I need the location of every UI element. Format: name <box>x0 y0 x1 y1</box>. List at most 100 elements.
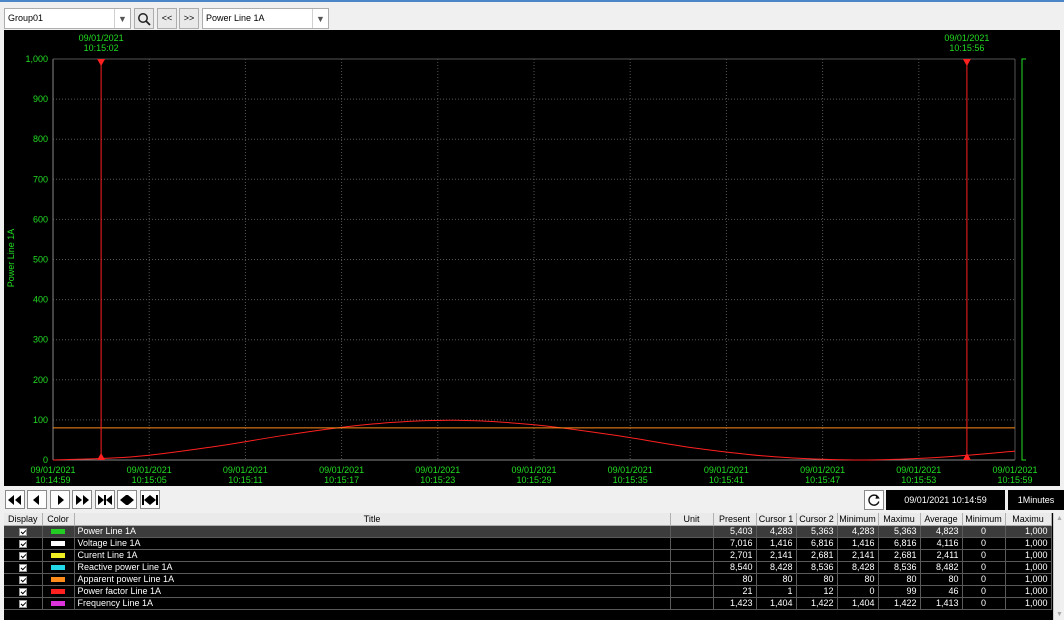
narrow-range-icon <box>98 494 112 505</box>
display-checkbox[interactable] <box>18 539 27 548</box>
scale-maximum-cell: 1,000 <box>1005 573 1052 586</box>
trend-chart[interactable]: 0 100 200 300 400 500 600 700 800 900 1,000 09/01/… <box>4 30 1060 486</box>
y-axis-ticks: 0 100 200 300 400 500 600 700 800 900 1,000 <box>25 54 48 465</box>
present-cell: 8,540 <box>713 561 757 574</box>
x-tick-date: 09/01/2021 <box>223 465 268 475</box>
y-tick-label: 200 <box>33 375 48 385</box>
table-scrollbar[interactable]: ▲ ▼ <box>1053 513 1064 620</box>
y-tick-label: 700 <box>33 174 48 184</box>
display-cell[interactable] <box>4 549 43 562</box>
previous-button[interactable]: << <box>157 8 177 29</box>
display-checkbox[interactable] <box>18 575 27 584</box>
scale-maximum-cell: 1,000 <box>1005 561 1052 574</box>
x-tick-date: 09/01/2021 <box>127 465 172 475</box>
scale-minimum-cell: 0 <box>962 597 1006 610</box>
cursor1-cell: 1,416 <box>756 537 797 550</box>
color-swatch <box>51 541 65 547</box>
chevron-down-icon[interactable]: ▼ <box>114 9 130 28</box>
color-cell[interactable] <box>42 597 75 610</box>
column-header-color[interactable]: Color <box>42 513 75 526</box>
display-cell[interactable] <box>4 585 43 598</box>
column-header-cursor2[interactable]: Cursor 2 <box>796 513 838 526</box>
unit-cell <box>670 561 714 574</box>
table-row[interactable]: Reactive power Line 1A 8,540 8,428 8,536 8,4… <box>4 561 1052 574</box>
minimum-cell: 2,141 <box>837 549 879 562</box>
scale-minimum-cell: 0 <box>962 573 1006 586</box>
chevron-down-icon[interactable]: ▼ <box>312 9 328 28</box>
color-cell[interactable] <box>42 573 75 586</box>
column-header-unit[interactable]: Unit <box>670 513 714 526</box>
next-button[interactable]: >> <box>179 8 199 29</box>
display-checkbox[interactable] <box>18 599 27 608</box>
display-checkbox[interactable] <box>18 587 27 596</box>
column-header-display[interactable]: Display <box>4 513 43 526</box>
refresh-button[interactable] <box>864 490 884 510</box>
column-header-maximum[interactable]: Maximu <box>878 513 921 526</box>
column-header-minimum[interactable]: Minimum <box>837 513 879 526</box>
signal-select[interactable]: Power Line 1A ▼ <box>202 8 329 29</box>
maximum-cell: 6,816 <box>878 537 921 550</box>
step-forward-button[interactable] <box>50 490 70 509</box>
column-header-average[interactable]: Average <box>920 513 963 526</box>
table-row[interactable]: Frequency Line 1A 1,423 1,404 1,422 1,404 1,4… <box>4 597 1052 610</box>
narrow-range-button[interactable] <box>95 490 115 509</box>
title-cell: Voltage Line 1A <box>74 537 671 550</box>
display-checkbox[interactable] <box>18 551 27 560</box>
display-checkbox[interactable] <box>18 563 27 572</box>
column-header-scale-minimum[interactable]: Minimum <box>962 513 1006 526</box>
scroll-up-icon[interactable]: ▲ <box>1056 515 1063 522</box>
column-header-cursor1[interactable]: Cursor 1 <box>756 513 797 526</box>
group-select[interactable]: Group01 ▼ <box>4 8 131 29</box>
display-cell[interactable] <box>4 525 43 538</box>
x-tick-time: 10:15:59 <box>997 475 1032 485</box>
interval-display[interactable]: 1Minutes <box>1008 490 1064 510</box>
column-header-scale-maximum[interactable]: Maximu <box>1005 513 1052 526</box>
table-row[interactable]: Voltage Line 1A 7,016 1,416 6,816 1,416 6,816… <box>4 537 1052 550</box>
x-tick-time: 10:15:47 <box>805 475 840 485</box>
table-row[interactable]: Curent Line 1A 2,701 2,141 2,681 2,141 2,681 2… <box>4 549 1052 562</box>
minimum-cell: 80 <box>837 573 879 586</box>
x-tick-time: 10:15:29 <box>516 475 551 485</box>
color-swatch <box>51 601 65 607</box>
scale-minimum-cell: 0 <box>962 525 1006 538</box>
scroll-down-icon[interactable]: ▼ <box>1056 611 1063 618</box>
scale-maximum-cell: 1,000 <box>1005 525 1052 538</box>
color-cell[interactable] <box>42 525 75 538</box>
cursor1-cell: 1 <box>756 585 797 598</box>
display-checkbox[interactable] <box>18 527 27 536</box>
minimum-cell: 0 <box>837 585 879 598</box>
toolbar: Group01 ▼ << >> Power Line 1A ▼ <box>0 0 1064 30</box>
column-header-present[interactable]: Present <box>713 513 757 526</box>
display-cell[interactable] <box>4 561 43 574</box>
widen-range-button[interactable] <box>117 490 137 509</box>
display-cell[interactable] <box>4 573 43 586</box>
y-tick-label: 100 <box>33 415 48 425</box>
color-swatch <box>51 529 65 535</box>
color-cell[interactable] <box>42 549 75 562</box>
maximum-cell: 99 <box>878 585 921 598</box>
maximum-cell: 1,422 <box>878 597 921 610</box>
table-row[interactable]: Power factor Line 1A 21 1 12 0 99 46 0 1,000 <box>4 585 1052 598</box>
search-button[interactable] <box>134 8 154 29</box>
forward-fast-button[interactable] <box>72 490 92 509</box>
cursor1-cell: 1,404 <box>756 597 797 610</box>
rewind-fast-button[interactable] <box>5 490 25 509</box>
fit-range-button[interactable] <box>140 490 160 509</box>
display-cell[interactable] <box>4 537 43 550</box>
column-header-title[interactable]: Title <box>74 513 671 526</box>
average-cell: 80 <box>920 573 963 586</box>
color-cell[interactable] <box>42 561 75 574</box>
color-cell[interactable] <box>42 537 75 550</box>
table-row[interactable]: Apparent power Line 1A 80 80 80 80 80 80 0 1,000 <box>4 573 1052 586</box>
group-select-value: Group01 <box>8 13 44 23</box>
chart-svg: 0 100 200 300 400 500 600 700 800 900 1,000 09/01/… <box>6 33 1038 485</box>
color-cell[interactable] <box>42 585 75 598</box>
table-row[interactable]: Power Line 1A 5,403 4,283 5,363 4,283 5,363 4,… <box>4 525 1052 538</box>
cursor-time-label: 10:15:02 <box>84 43 119 53</box>
y-tick-label: 400 <box>33 295 48 305</box>
display-cell[interactable] <box>4 597 43 610</box>
step-back-button[interactable] <box>27 490 47 509</box>
cursor1-cell: 2,141 <box>756 549 797 562</box>
datetime-display[interactable]: 09/01/2021 10:14:59 <box>886 490 1005 510</box>
cursor1-cell: 8,428 <box>756 561 797 574</box>
